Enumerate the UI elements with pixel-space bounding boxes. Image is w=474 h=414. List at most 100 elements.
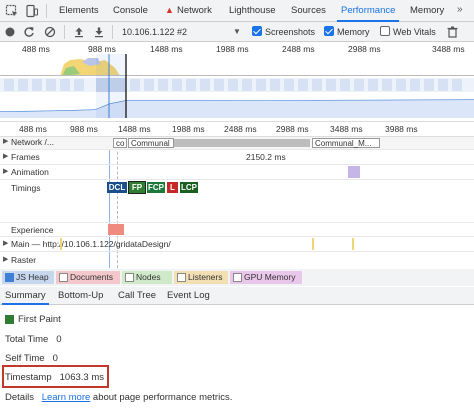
network-request-communal[interactable]: Communal xyxy=(128,138,174,148)
details-text: about page performance metrics. xyxy=(92,392,233,403)
gpu-memory-toggle[interactable]: GPU Memory xyxy=(230,271,302,284)
checkbox-unchecked-icon xyxy=(380,26,390,36)
tab-elements[interactable]: Elements xyxy=(59,0,99,22)
experience-track[interactable]: Experience xyxy=(0,223,474,236)
details-row: Details Learn more about page performanc… xyxy=(5,392,232,403)
total-time-row: Total Time 0 xyxy=(5,334,62,345)
nodes-label: Nodes xyxy=(136,272,161,282)
total-time-value: 0 xyxy=(56,334,62,345)
raster-track[interactable]: ▶ Raster xyxy=(0,252,474,267)
tab-console[interactable]: Console xyxy=(113,0,148,22)
more-tabs-icon[interactable]: » xyxy=(457,4,463,15)
timeline-ruler: 488 ms 988 ms 1488 ms 1988 ms 2488 ms 29… xyxy=(0,121,474,137)
ruler-tick: 3488 ms xyxy=(330,124,363,134)
overview-tick: 1488 ms xyxy=(150,44,183,54)
overview-tick: 988 ms xyxy=(88,44,116,54)
frame-duration: 2150.2 ms xyxy=(246,152,286,162)
tab-memory[interactable]: Memory xyxy=(410,0,444,22)
collapse-arrow-icon[interactable]: ▶ xyxy=(3,137,8,145)
tab-event-log[interactable]: Event Log xyxy=(167,287,210,305)
ruler-tick: 988 ms xyxy=(70,124,98,134)
listeners-toggle[interactable]: Listeners xyxy=(174,271,228,284)
memory-counters-legend: JS Heap Documents Nodes Listeners GPU Me… xyxy=(0,269,474,286)
documents-label: Documents xyxy=(70,272,113,282)
ruler-tick: 2488 ms xyxy=(224,124,257,134)
collapse-arrow-icon[interactable]: ▶ xyxy=(3,152,8,160)
frames-track[interactable]: ▶ Frames 2150.2 ms xyxy=(0,150,474,164)
overview-tick: 488 ms xyxy=(22,44,50,54)
js-heap-toggle[interactable]: JS Heap xyxy=(2,271,54,284)
download-icon[interactable] xyxy=(93,26,105,38)
main-task-bar[interactable] xyxy=(312,238,314,250)
tab-network[interactable]: Network xyxy=(177,0,212,22)
self-time-row: Self Time 0 xyxy=(5,353,58,364)
nodes-toggle[interactable]: Nodes xyxy=(122,271,172,284)
timings-track[interactable]: Timings DCL FP FCP L LCP xyxy=(0,180,474,222)
main-thread-track[interactable]: ▶ Main — http://10.106.1.122/gridataDesi… xyxy=(0,237,474,251)
animation-bar[interactable] xyxy=(348,166,360,178)
screenshots-label: Screenshots xyxy=(265,27,316,37)
self-time-label: Self Time xyxy=(5,353,45,364)
memory-checkbox[interactable]: Memory xyxy=(324,22,370,42)
toolbar-divider xyxy=(112,25,113,39)
web-vitals-label: Web Vitals xyxy=(393,27,436,37)
device-toolbar-icon[interactable] xyxy=(25,4,39,18)
ruler-tick: 1988 ms xyxy=(172,124,205,134)
trash-icon[interactable] xyxy=(447,26,458,38)
memory-label: Memory xyxy=(337,27,370,37)
timeline-overview[interactable]: 488 ms 988 ms 1488 ms 1988 ms 2488 ms 29… xyxy=(0,42,474,120)
inspect-element-icon[interactable] xyxy=(5,4,19,18)
overview-tick: 3488 ms xyxy=(432,44,465,54)
collapse-arrow-icon[interactable]: ▶ xyxy=(3,167,8,175)
network-track[interactable]: ▶ Network /... co Communal Communal_M... xyxy=(0,137,474,149)
clear-icon[interactable] xyxy=(44,26,56,38)
toolbar-divider xyxy=(64,25,65,39)
tab-lighthouse[interactable]: Lighthouse xyxy=(229,0,275,22)
network-request-communal-m[interactable]: Communal_M... xyxy=(312,138,380,148)
main-thread-label: Main — http://10.106.1.122/gridataDesign… xyxy=(11,239,171,249)
overview-tick: 1988 ms xyxy=(216,44,249,54)
record-icon[interactable] xyxy=(5,27,15,37)
collapse-arrow-icon[interactable]: ▶ xyxy=(3,239,8,247)
checkbox-checked-icon xyxy=(252,26,262,36)
ruler-tick: 3988 ms xyxy=(385,124,418,134)
raster-track-label: Raster xyxy=(11,255,37,265)
tab-summary[interactable]: Summary xyxy=(2,287,49,305)
lcp-marker[interactable]: LCP xyxy=(180,182,198,193)
tab-sources[interactable]: Sources xyxy=(291,0,326,22)
toolbar-divider xyxy=(46,4,47,18)
animation-track-label: Animation xyxy=(11,167,49,177)
checkbox-unchecked-icon xyxy=(125,273,134,282)
overview-chart xyxy=(0,54,474,118)
event-name: First Paint xyxy=(18,314,61,325)
layout-shift-bar[interactable] xyxy=(108,224,124,235)
reload-record-icon[interactable] xyxy=(23,26,35,38)
learn-more-link[interactable]: Learn more xyxy=(42,392,91,403)
dcl-marker[interactable]: DCL xyxy=(107,182,127,193)
tab-performance[interactable]: Performance xyxy=(336,0,400,22)
load-marker[interactable]: L xyxy=(167,182,178,193)
fp-marker[interactable]: FP xyxy=(128,181,146,194)
animation-track[interactable]: ▶ Animation xyxy=(0,165,474,179)
gpu-memory-label: GPU Memory xyxy=(244,272,296,282)
upload-icon[interactable] xyxy=(73,26,85,38)
recording-select[interactable]: 10.106.1.122 #2 xyxy=(122,22,187,42)
performance-toolbar: 10.106.1.122 #2 ▼ Screenshots Memory Web… xyxy=(0,22,474,42)
network-request-bar[interactable] xyxy=(174,139,310,147)
tab-call-tree[interactable]: Call Tree xyxy=(118,287,156,305)
network-request-co[interactable]: co xyxy=(113,138,127,148)
ruler-tick: 1488 ms xyxy=(118,124,151,134)
self-time-value: 0 xyxy=(52,353,58,364)
devtools-tab-bar: Elements Console ▲ Network Lighthouse So… xyxy=(0,0,474,22)
collapse-arrow-icon[interactable]: ▶ xyxy=(3,255,8,263)
main-task-bar[interactable] xyxy=(352,238,354,250)
fcp-marker[interactable]: FCP xyxy=(147,182,165,193)
screenshots-checkbox[interactable]: Screenshots xyxy=(252,22,315,42)
checkbox-checked-icon xyxy=(324,26,334,36)
timings-track-label: Timings xyxy=(11,183,41,193)
tab-bottom-up[interactable]: Bottom-Up xyxy=(58,287,103,305)
web-vitals-checkbox[interactable]: Web Vitals xyxy=(380,22,436,42)
chevron-down-icon[interactable]: ▼ xyxy=(233,27,241,36)
documents-toggle[interactable]: Documents xyxy=(56,271,120,284)
main-task-bar[interactable] xyxy=(60,238,62,250)
